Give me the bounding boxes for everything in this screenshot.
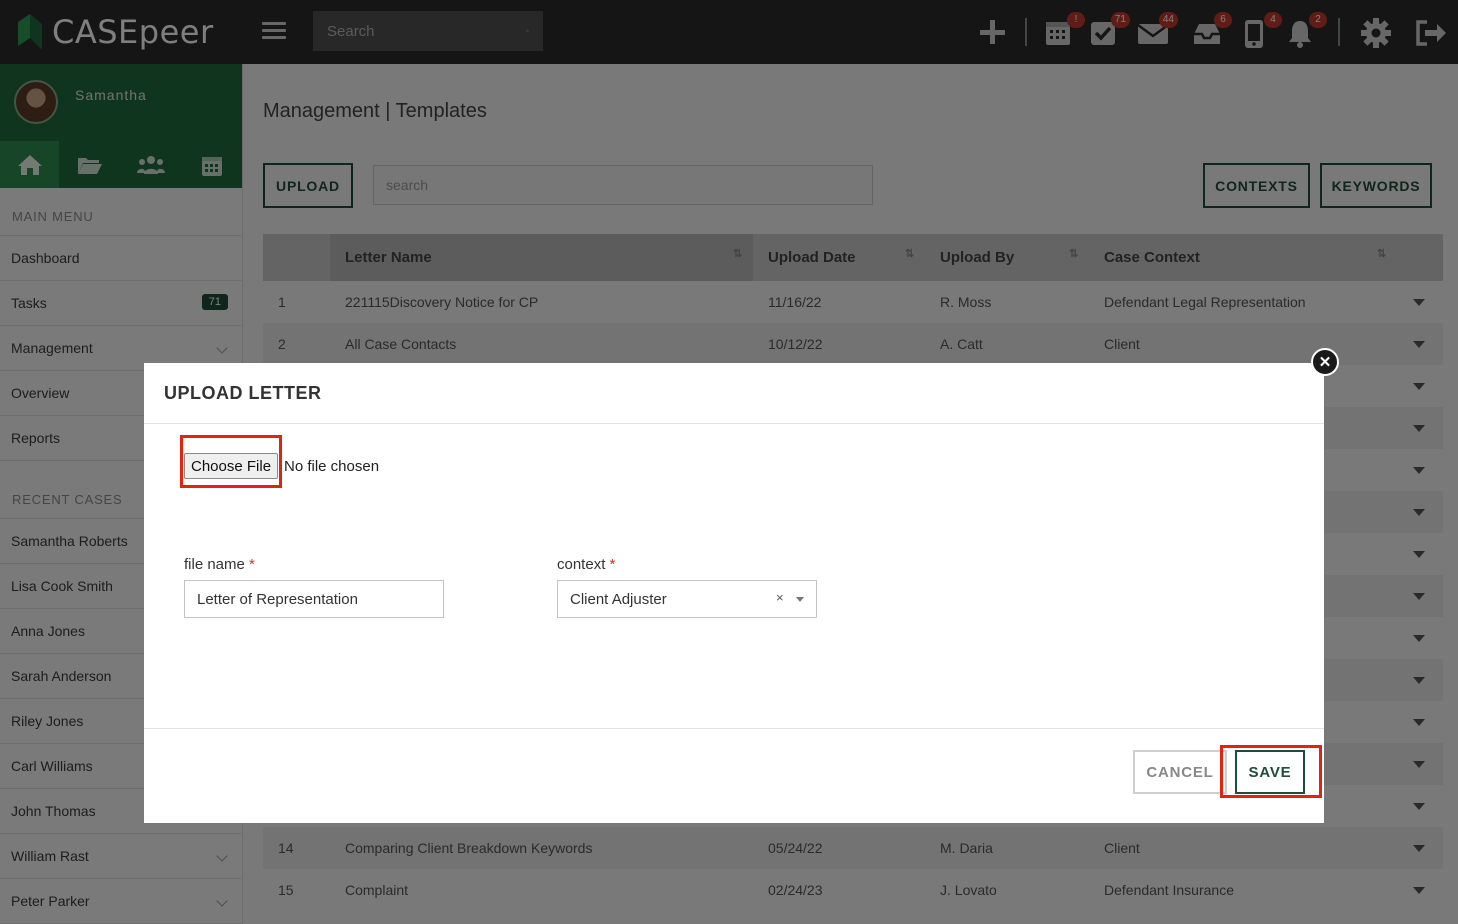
choose-file-button[interactable]: Choose File: [184, 453, 279, 479]
file-name-label-text: file name: [184, 556, 245, 573]
context-label: context *: [557, 556, 615, 573]
modal-title: UPLOAD LETTER: [164, 383, 322, 403]
modal-divider: [144, 728, 1324, 729]
cancel-button[interactable]: CANCEL: [1133, 750, 1227, 794]
required-mark: *: [609, 556, 616, 573]
clear-selection-icon[interactable]: ×: [776, 590, 784, 605]
modal-divider: [144, 423, 1324, 424]
close-icon[interactable]: ✕: [1311, 348, 1339, 376]
save-button[interactable]: SAVE: [1235, 750, 1305, 794]
file-name-label: file name *: [184, 556, 255, 573]
upload-letter-modal: UPLOAD LETTER Choose File No file chosen…: [144, 363, 1324, 823]
file-status: No file chosen: [284, 458, 380, 475]
file-name-input[interactable]: Letter of Representation: [184, 580, 444, 618]
dropdown-arrow-icon[interactable]: [796, 597, 804, 602]
context-label-text: context: [557, 556, 606, 573]
required-mark: *: [249, 556, 255, 573]
